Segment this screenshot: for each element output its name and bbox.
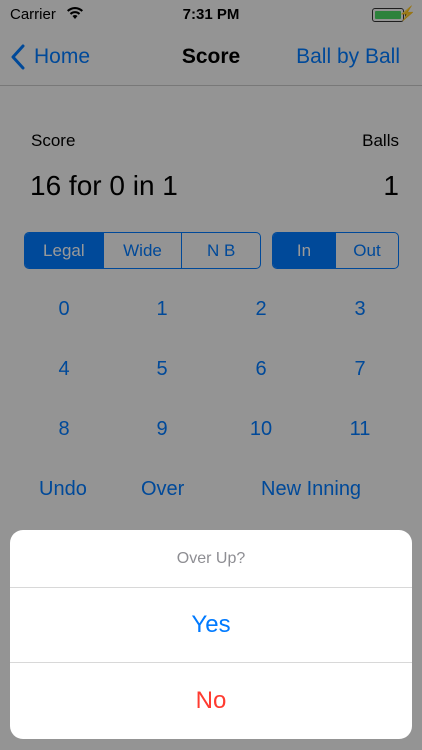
no-button[interactable]: No [10,663,412,738]
yes-button[interactable]: Yes [10,588,412,663]
over-up-action-sheet: Over Up? Yes No [10,530,412,739]
action-sheet-title: Over Up? [10,530,412,588]
